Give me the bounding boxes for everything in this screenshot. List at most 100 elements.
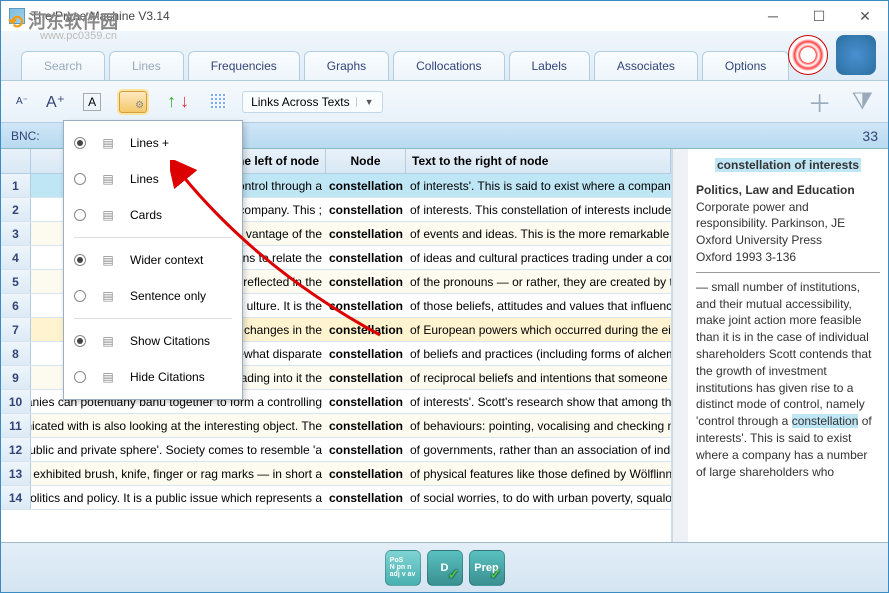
lines-plus-icon: ▤ <box>96 133 120 153</box>
row-right: of interests'. This is said to exist whe… <box>406 179 671 193</box>
radio-icon <box>74 209 86 221</box>
status-bar: PoSN pn nadj v av D Prep <box>1 542 888 592</box>
toolbar: A⁻ A⁺ A ↑↓ Links Across Texts ▼ ＋ ⧩ <box>1 81 888 123</box>
table-row[interactable]: 11unicated with is also looking at the i… <box>1 414 671 438</box>
row-node: constellation <box>326 467 406 481</box>
row-node: constellation <box>326 251 406 265</box>
menu-item-label: Lines <box>130 172 159 186</box>
radio-icon <box>74 371 86 383</box>
window-title: The Prime Machine V3.14 <box>31 9 750 23</box>
tab-options[interactable]: Options <box>702 51 789 80</box>
minimize-button[interactable]: ─ <box>750 1 796 31</box>
row-right: of interests'. Scott's research show tha… <box>406 395 671 409</box>
row-right: of reciprocal beliefs and intentions tha… <box>406 371 671 385</box>
font-style-button[interactable]: A <box>78 88 106 116</box>
table-row[interactable]: 12e public and private sphere'. Society … <box>1 438 671 462</box>
scrollbar[interactable] <box>672 149 688 542</box>
row-node: constellation <box>326 227 406 241</box>
cards-icon: ▤ <box>96 205 120 225</box>
row-number: 4 <box>1 246 31 269</box>
row-right: of beliefs and practices (including form… <box>406 347 671 361</box>
radio-icon <box>74 335 86 347</box>
context-meta: Politics, Law and Education Corporate po… <box>696 182 880 273</box>
title-bar: The Prime Machine V3.14 ─ ☐ ✕ <box>1 1 888 31</box>
radio-icon <box>74 173 86 185</box>
font-larger-button[interactable]: A⁺ <box>41 87 70 117</box>
tab-labels[interactable]: Labels <box>509 51 590 80</box>
chevron-down-icon: ▼ <box>356 97 374 107</box>
row-number: 6 <box>1 294 31 317</box>
columns-button[interactable] <box>204 87 234 117</box>
row-node: constellation <box>326 443 406 457</box>
d-button[interactable]: D <box>427 550 463 586</box>
row-node: constellation <box>326 275 406 289</box>
result-count: 33 <box>862 128 878 144</box>
header-right: Text to the right of node <box>406 149 671 173</box>
row-right: of behaviours: pointing, vocalising and … <box>406 419 671 433</box>
cite-hide-icon: ▤ <box>96 367 120 387</box>
context-title: constellation of interests <box>696 157 880 174</box>
row-right: of European powers which occurred during… <box>406 323 671 337</box>
tab-collocations[interactable]: Collocations <box>393 51 504 80</box>
tab-associates[interactable]: Associates <box>594 51 698 80</box>
row-node: constellation <box>326 491 406 505</box>
row-left: r politics and policy. It is a public is… <box>31 491 326 505</box>
menu-item-lines-[interactable]: ▤ Lines + <box>64 125 242 161</box>
prep-button[interactable]: Prep <box>469 550 505 586</box>
links-dropdown-label: Links Across Texts <box>251 95 349 109</box>
view-mode-button[interactable] <box>114 86 152 118</box>
tab-graphs[interactable]: Graphs <box>304 51 389 80</box>
row-right: of ideas and cultural practices trading … <box>406 251 671 265</box>
add-button[interactable]: ＋ <box>803 79 837 124</box>
menu-item-label: Lines + <box>130 136 169 150</box>
close-button[interactable]: ✕ <box>842 1 888 31</box>
tab-strip: Search Lines Frequencies Graphs Collocat… <box>1 31 888 81</box>
row-number: 9 <box>1 366 31 389</box>
row-left: t; exhibited brush, knife, finger or rag… <box>31 467 326 481</box>
row-right: of social worries, to do with urban pove… <box>406 491 671 505</box>
row-node: constellation <box>326 203 406 217</box>
links-dropdown[interactable]: Links Across Texts ▼ <box>242 91 382 113</box>
font-smaller-button[interactable]: A⁻ <box>11 91 33 112</box>
row-number: 14 <box>1 486 31 509</box>
row-node: constellation <box>326 299 406 313</box>
menu-item-wider-context[interactable]: ▤Wider context <box>64 242 242 278</box>
row-node: constellation <box>326 419 406 433</box>
row-number: 1 <box>1 174 31 197</box>
pos-button[interactable]: PoSN pn nadj v av <box>385 550 421 586</box>
menu-item-label: Show Citations <box>130 334 210 348</box>
menu-item-hide-citations[interactable]: ▤Hide Citations <box>64 359 242 395</box>
view-mode-menu[interactable]: ▤Lines +▤Lines▤Cards▤Wider context▤Sente… <box>63 120 243 400</box>
row-number: 11 <box>1 414 31 437</box>
menu-item-sentence-only[interactable]: ▤Sentence only <box>64 278 242 314</box>
tab-lines[interactable]: Lines <box>109 51 184 80</box>
filter-button[interactable]: ⧩ <box>847 79 878 124</box>
row-number: 5 <box>1 270 31 293</box>
menu-item-label: Wider context <box>130 253 203 267</box>
tab-frequencies[interactable]: Frequencies <box>188 51 300 80</box>
tab-search[interactable]: Search <box>21 51 105 80</box>
row-node: constellation <box>326 395 406 409</box>
row-right: of the pronouns — or rather, they are cr… <box>406 275 671 289</box>
menu-item-cards[interactable]: ▤Cards <box>64 197 242 233</box>
table-row[interactable]: 14r politics and policy. It is a public … <box>1 486 671 510</box>
row-right: of physical features like those defined … <box>406 467 671 481</box>
menu-separator <box>74 318 232 319</box>
lines-icon: ▤ <box>96 169 120 189</box>
menu-item-label: Sentence only <box>130 289 206 303</box>
row-node: constellation <box>326 323 406 337</box>
table-row[interactable]: 13t; exhibited brush, knife, finger or r… <box>1 462 671 486</box>
help-icon[interactable] <box>788 35 828 75</box>
row-number: 2 <box>1 198 31 221</box>
row-node: constellation <box>326 371 406 385</box>
maximize-button[interactable]: ☐ <box>796 1 842 31</box>
row-node: constellation <box>326 347 406 361</box>
menu-separator <box>74 237 232 238</box>
radio-icon <box>74 254 86 266</box>
row-number: 12 <box>1 438 31 461</box>
globe-icon[interactable] <box>836 35 876 75</box>
row-number: 7 <box>1 318 31 341</box>
sort-button[interactable]: ↑↓ <box>160 84 196 120</box>
menu-item-show-citations[interactable]: ▤Show Citations <box>64 323 242 359</box>
menu-item-lines[interactable]: ▤ Lines <box>64 161 242 197</box>
